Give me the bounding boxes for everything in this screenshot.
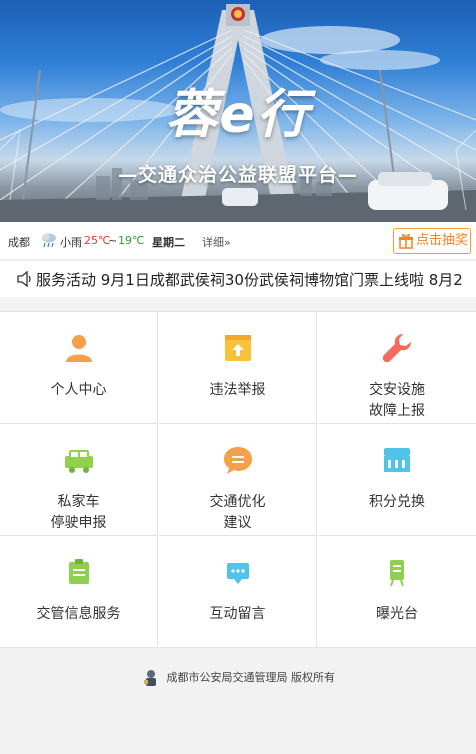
grid-item-interactive-message[interactable]: 互动留言 — [159, 536, 317, 648]
weather-detail-link[interactable]: 详细» — [202, 234, 231, 250]
lottery-label: 点击抽奖 — [416, 233, 469, 248]
grid-item-exposure-board[interactable]: 曝光台 — [318, 536, 476, 648]
message-icon — [226, 563, 249, 584]
grid-item-label: 违法举报 — [209, 382, 266, 398]
grid-item-label: 交安设施 故障上报 — [318, 380, 476, 422]
car-icon — [64, 450, 93, 473]
grid-item-traffic-suggestion[interactable]: 交通优化 建议 — [159, 424, 317, 536]
grid-item-label: 互动留言 — [209, 606, 266, 622]
grid-item-label: 交管信息服务 — [36, 606, 121, 622]
grid-item-private-car-suspension[interactable]: 私家车 停驶申报 — [0, 424, 158, 536]
grid-item-facility-fault-report[interactable]: 交安设施 故障上报 — [318, 312, 476, 424]
shop-icon — [384, 448, 410, 472]
label-text: 交安设施 故障上报 — [369, 382, 425, 419]
weather-low-temp: 19℃ — [118, 234, 145, 247]
notice-text: 服务活动 9月1日成都武侯祠30份武侯祠博物馆门票上线啦 8月2 — [36, 271, 463, 289]
grid-item-label: 个人中心 — [50, 382, 107, 398]
label-text: 交通优化 建议 — [209, 494, 266, 531]
grid-item-violation-report[interactable]: 违法举报 — [159, 312, 317, 424]
grid-item-personal-center[interactable]: 个人中心 — [0, 312, 158, 424]
grid-item-label: 积分兑换 — [369, 494, 425, 510]
speaker-icon — [17, 270, 31, 288]
weather-weekday: 星期二 — [152, 236, 185, 249]
app-page: 蓉e行 —交通众治公益联盟平台— 成都 小雨 25℃ ~ 19℃ 星期二 详细» — [0, 0, 476, 754]
weather-condition: 小雨 — [60, 236, 82, 249]
grid-item-traffic-info-service[interactable]: 交管信息服务 — [0, 536, 158, 648]
person-icon — [65, 335, 92, 362]
logo-char-rong: 蓉 — [165, 85, 220, 145]
logo-char-e: e — [219, 85, 257, 145]
weather-bar: 成都 小雨 25℃ ~ 19℃ 星期二 详细» 点击抽奖 — [0, 222, 476, 260]
weather-high-temp: 25℃ — [84, 234, 111, 247]
notice-ticker[interactable]: 服务活动 9月1日成都武侯祠30份武侯祠博物馆门票上线啦 8月2 — [0, 261, 476, 297]
banner-tagline: —交通众治公益联盟平台— — [117, 164, 358, 186]
clipboard-icon — [68, 559, 89, 584]
grid-item-label: 交通优化 建议 — [159, 492, 316, 534]
hero-banner[interactable]: 蓉e行 —交通众治公益联盟平台— — [0, 0, 476, 222]
footer-copyright: 成都市公安局交通管理局 版权所有 — [0, 668, 476, 688]
report-upload-icon — [224, 335, 251, 361]
police-badge-icon — [144, 670, 156, 686]
chat-bubble-icon — [223, 447, 252, 474]
footer-text: 成都市公安局交通管理局 版权所有 — [166, 671, 336, 684]
weather-range-separator: ~ — [108, 234, 118, 247]
grid-item-points-exchange[interactable]: 积分兑换 — [318, 424, 476, 536]
grid-item-label: 曝光台 — [376, 606, 418, 622]
gift-icon — [399, 234, 413, 249]
wrench-icon — [382, 333, 412, 363]
light-rain-icon — [40, 231, 58, 249]
app-logo: 蓉e行 — [0, 72, 476, 147]
board-icon — [390, 560, 404, 587]
label-text: 私家车 停驶申报 — [50, 494, 107, 531]
weather-city: 成都 — [8, 236, 30, 249]
logo-char-xing: 行 — [256, 85, 311, 145]
feature-grid: 个人中心 违法举报 交安设施 故障上报 私家车 停驶申报 交通优化 建议 积分兑… — [0, 311, 476, 648]
grid-item-label: 私家车 停驶申报 — [0, 492, 157, 534]
lottery-button[interactable]: 点击抽奖 — [393, 228, 471, 254]
